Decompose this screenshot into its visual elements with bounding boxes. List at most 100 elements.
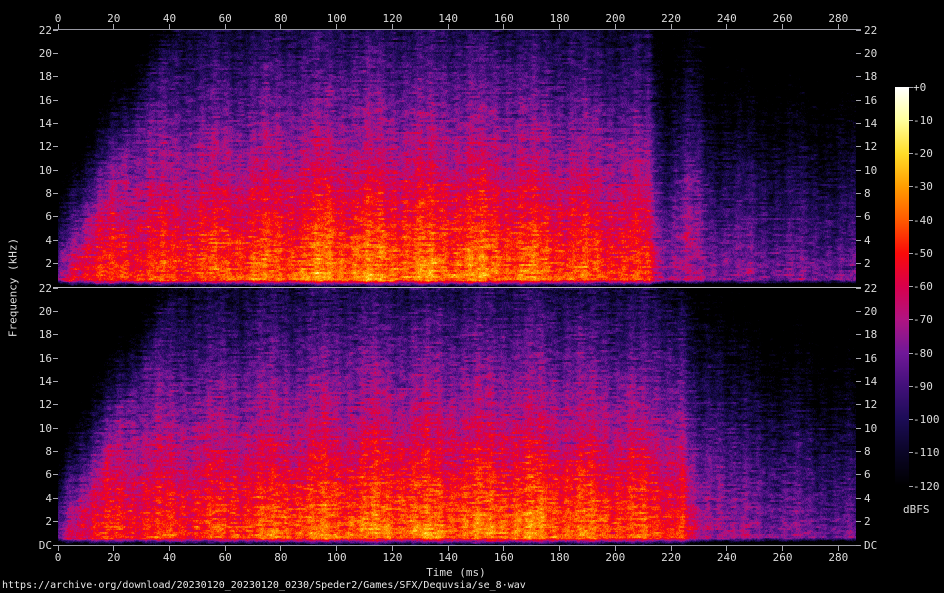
time-tick-label: 60 — [219, 551, 232, 564]
freq-tick-mark — [53, 170, 58, 171]
freq-tick-mark — [856, 474, 861, 475]
freq-tick-label: 16 — [19, 94, 52, 107]
freq-tick-mark — [53, 474, 58, 475]
time-tick-label: 100 — [327, 12, 347, 25]
freq-tick-mark — [856, 76, 861, 77]
time-tick-label: 140 — [438, 12, 458, 25]
colorbar-tick-label: -80 — [913, 347, 933, 360]
freq-tick-mark — [856, 498, 861, 499]
freq-tick-label: 12 — [864, 140, 877, 153]
freq-tick-mark — [856, 240, 861, 241]
freq-tick-mark — [53, 123, 58, 124]
time-tick-label: 120 — [382, 12, 402, 25]
freq-tick-label: DC — [864, 539, 877, 552]
freq-tick-mark — [856, 521, 861, 522]
freq-tick-mark — [53, 216, 58, 217]
colorbar-tick-label: -120 — [913, 480, 940, 493]
source-url: https://archive·org/download/20230120_20… — [2, 580, 526, 591]
freq-tick-label: 6 — [19, 468, 52, 481]
colorbar-unit-label: dBFS — [903, 503, 930, 516]
freq-tick-mark — [856, 358, 861, 359]
freq-tick-mark — [856, 288, 861, 289]
freq-tick-mark — [53, 498, 58, 499]
freq-tick-mark — [856, 334, 861, 335]
time-tick-label: 20 — [107, 12, 120, 25]
freq-tick-mark — [53, 404, 58, 405]
freq-tick-label: 20 — [864, 305, 877, 318]
time-tick-label: 80 — [274, 12, 287, 25]
freq-tick-mark — [856, 451, 861, 452]
colorbar — [895, 87, 909, 486]
spectrogram-channel-1 — [58, 30, 856, 287]
freq-tick-label: 14 — [19, 375, 52, 388]
freq-tick-label: 4 — [864, 492, 871, 505]
colorbar-tick-label: -30 — [913, 180, 933, 193]
freq-tick-mark — [856, 100, 861, 101]
time-tick-label: 240 — [717, 12, 737, 25]
freq-tick-mark — [53, 146, 58, 147]
colorbar-tick-label: -100 — [913, 413, 940, 426]
freq-tick-mark — [856, 53, 861, 54]
time-tick-label: 60 — [219, 12, 232, 25]
freq-tick-mark — [53, 358, 58, 359]
freq-tick-label: 2 — [864, 257, 871, 270]
freq-tick-mark — [856, 146, 861, 147]
freq-tick-mark — [53, 451, 58, 452]
time-tick-label: 220 — [661, 551, 681, 564]
freq-tick-label: 4 — [19, 492, 52, 505]
colorbar-tick-label: -50 — [913, 247, 933, 260]
freq-tick-mark — [53, 521, 58, 522]
bottom-axis-line — [53, 545, 861, 546]
freq-tick-label: 2 — [19, 515, 52, 528]
freq-tick-mark — [53, 100, 58, 101]
freq-tick-mark — [856, 170, 861, 171]
freq-tick-mark — [53, 381, 58, 382]
freq-tick-label: 6 — [19, 210, 52, 223]
freq-tick-label: 18 — [19, 328, 52, 341]
frequency-axis-title: Frequency (kHz) — [7, 218, 20, 358]
freq-tick-mark — [53, 193, 58, 194]
freq-tick-mark — [856, 545, 861, 546]
freq-tick-mark — [856, 428, 861, 429]
freq-tick-mark — [856, 381, 861, 382]
time-tick-label: 280 — [828, 551, 848, 564]
colorbar-tick-label: -20 — [913, 147, 933, 160]
freq-tick-label: 12 — [864, 398, 877, 411]
colorbar-tick-label: -60 — [913, 280, 933, 293]
colorbar-tick-label: -110 — [913, 446, 940, 459]
freq-tick-mark — [856, 123, 861, 124]
freq-tick-label: 4 — [19, 234, 52, 247]
time-tick-label: 240 — [717, 551, 737, 564]
time-tick-label: 180 — [550, 12, 570, 25]
time-tick-label: 20 — [107, 551, 120, 564]
freq-tick-label: DC — [19, 539, 52, 552]
time-tick-label: 160 — [494, 551, 514, 564]
time-tick-label: 100 — [327, 551, 347, 564]
freq-tick-label: 22 — [19, 282, 52, 295]
freq-tick-label: 10 — [864, 164, 877, 177]
freq-tick-label: 16 — [19, 352, 52, 365]
freq-tick-mark — [856, 311, 861, 312]
spectrogram-view: Frequency (kHz) 0 20 40 60 80 100 120 140 160 180… — [0, 0, 944, 593]
time-tick-label: 140 — [438, 551, 458, 564]
time-tick-label: 220 — [661, 12, 681, 25]
freq-tick-label: 8 — [864, 187, 871, 200]
freq-tick-mark — [53, 53, 58, 54]
freq-tick-label: 22 — [864, 282, 877, 295]
time-tick-label: 80 — [274, 551, 287, 564]
time-tick-label: 200 — [605, 12, 625, 25]
time-tick-label: 0 — [55, 12, 62, 25]
freq-tick-label: 22 — [19, 24, 52, 37]
freq-tick-label: 20 — [19, 47, 52, 60]
freq-tick-mark — [53, 428, 58, 429]
time-tick-label: 260 — [773, 551, 793, 564]
freq-tick-label: 16 — [864, 94, 877, 107]
freq-tick-label: 16 — [864, 352, 877, 365]
colorbar-tick-label: -40 — [913, 214, 933, 227]
freq-tick-label: 18 — [864, 70, 877, 83]
time-tick-label: 40 — [163, 551, 176, 564]
colorbar-tick-label: +0 — [913, 81, 926, 94]
freq-tick-mark — [53, 263, 58, 264]
freq-tick-label: 8 — [19, 445, 52, 458]
freq-tick-label: 10 — [19, 422, 52, 435]
